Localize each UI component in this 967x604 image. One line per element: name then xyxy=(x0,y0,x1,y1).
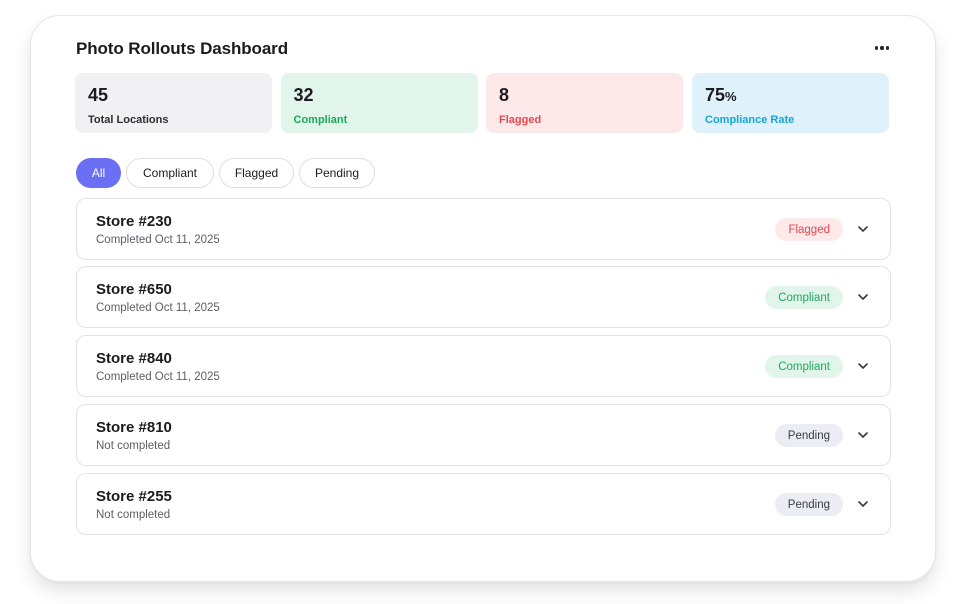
store-row-840[interactable]: Store #840 Completed Oct 11, 2025 Compli… xyxy=(76,335,891,397)
store-name: Store #255 xyxy=(96,488,172,505)
status-badge: Pending xyxy=(774,493,843,516)
store-name: Store #650 xyxy=(96,281,172,298)
store-row-810[interactable]: Store #810 Not completed Pending xyxy=(76,404,891,466)
stat-compliant: 32 Compliant xyxy=(280,73,478,133)
stat-value: 75% xyxy=(705,85,737,105)
status-badge: Flagged xyxy=(775,218,843,241)
stat-label: Flagged xyxy=(499,114,542,126)
stat-value: 8 xyxy=(499,85,510,105)
chevron-down-icon[interactable] xyxy=(856,428,870,442)
stat-value: 45 xyxy=(88,85,109,105)
store-name: Store #840 xyxy=(96,350,172,367)
store-row-650[interactable]: Store #650 Completed Oct 11, 2025 Compli… xyxy=(76,266,891,328)
stat-total-locations: 45 Total Locations xyxy=(75,73,272,133)
stats-row: 45 Total Locations 32 Compliant 8 Flagge… xyxy=(75,73,889,133)
chevron-down-icon[interactable] xyxy=(856,290,870,304)
tab-flagged[interactable]: Flagged xyxy=(219,158,294,188)
tab-pending[interactable]: Pending xyxy=(299,158,375,188)
more-options-icon[interactable] xyxy=(872,38,892,58)
page-title: Photo Rollouts Dashboard xyxy=(76,39,288,58)
store-status-text: Completed Oct 11, 2025 xyxy=(96,371,220,383)
chevron-down-icon[interactable] xyxy=(856,222,870,236)
store-status-text: Not completed xyxy=(96,440,171,452)
store-status-text: Completed Oct 11, 2025 xyxy=(96,234,220,246)
chevron-down-icon[interactable] xyxy=(856,497,870,511)
tab-compliant[interactable]: Compliant xyxy=(126,158,214,188)
stat-compliance-rate: 75% Compliance Rate xyxy=(692,73,889,133)
store-name: Store #810 xyxy=(96,419,172,436)
stat-flagged: 8 Flagged xyxy=(486,73,683,133)
stat-label: Total Locations xyxy=(88,114,169,126)
store-row-230[interactable]: Store #230 Completed Oct 11, 2025 Flagge… xyxy=(76,198,891,260)
store-row-255[interactable]: Store #255 Not completed Pending xyxy=(76,473,891,535)
chevron-down-icon[interactable] xyxy=(856,359,870,373)
store-name: Store #230 xyxy=(96,213,172,230)
stat-label: Compliant xyxy=(293,114,348,126)
store-status-text: Not completed xyxy=(96,509,171,521)
status-badge: Compliant xyxy=(765,286,843,309)
tab-all[interactable]: All xyxy=(76,158,121,188)
status-badge: Compliant xyxy=(765,355,843,378)
stat-label: Compliance Rate xyxy=(705,114,795,126)
stat-value: 32 xyxy=(293,85,314,105)
status-badge: Pending xyxy=(774,424,843,447)
store-status-text: Completed Oct 11, 2025 xyxy=(96,302,220,314)
